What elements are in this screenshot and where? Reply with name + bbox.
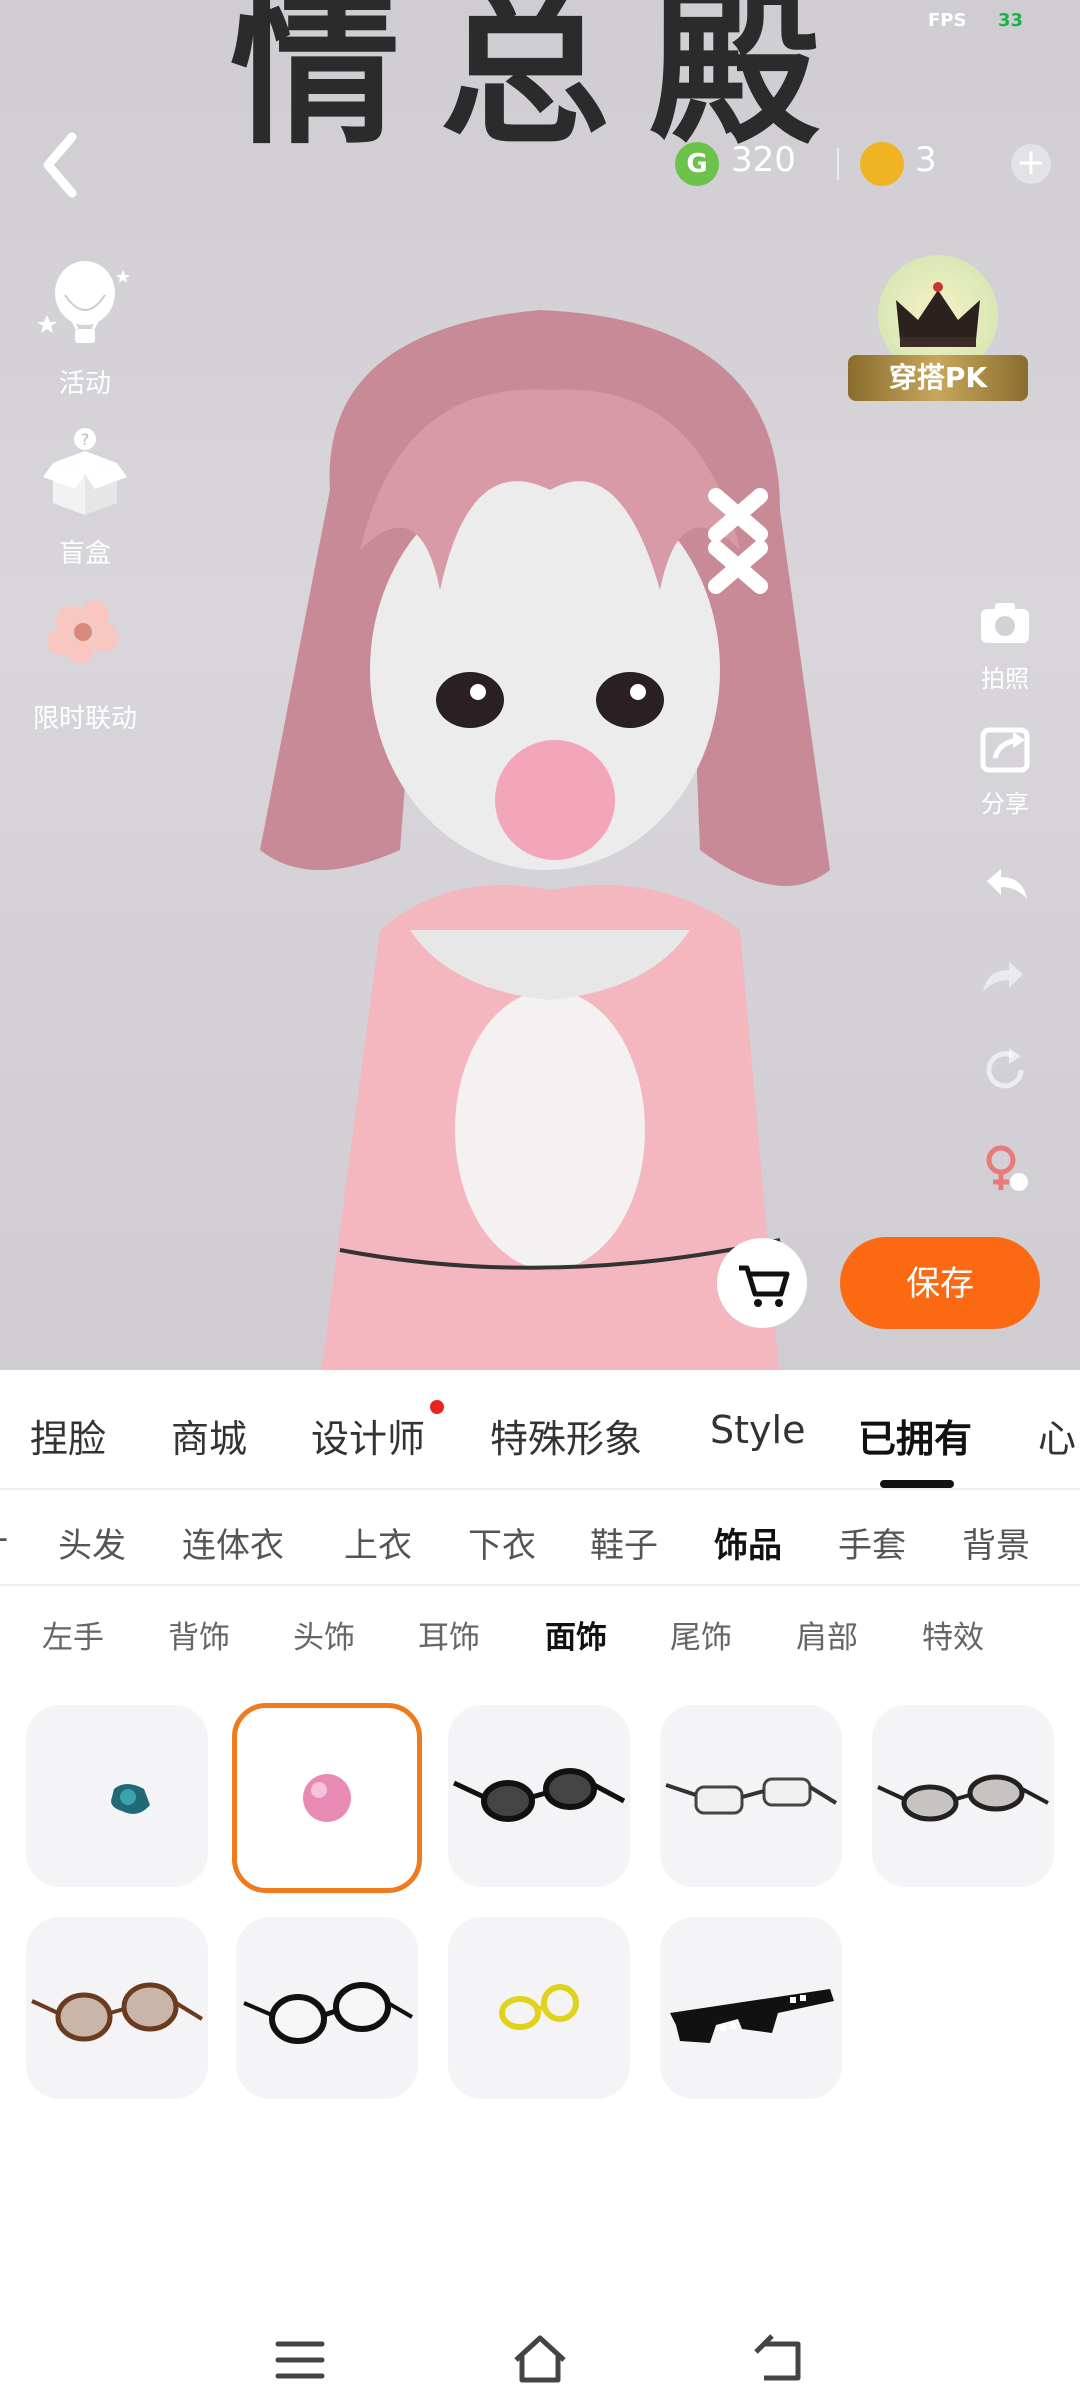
item-teal-pacifier[interactable]	[26, 1705, 208, 1887]
glasses-icon	[499, 1984, 579, 2030]
category-accessories[interactable]: 饰品	[714, 1518, 782, 1567]
gold-coin-value: 3	[915, 140, 937, 180]
glasses-icon	[877, 1774, 1049, 1822]
g-coin-icon: G	[675, 142, 719, 186]
chevron-left-icon	[43, 132, 77, 198]
avatar-scene: 情总殿 FPS 33 G 320 3 + 活动 ? 盲盒 限时联动 穿搭PK 拍…	[0, 0, 1080, 1370]
menu-blind-box-label: 盲盒	[58, 539, 111, 569]
menu-activity[interactable]: 活动	[20, 255, 150, 400]
camera-label: 拍照	[981, 665, 1029, 693]
redo-button[interactable]	[970, 948, 1040, 1012]
hot-air-balloon-icon	[37, 261, 130, 343]
bubble-icon	[303, 1774, 351, 1822]
tab-style[interactable]: Style	[710, 1408, 805, 1452]
gold-coin-icon	[860, 142, 904, 186]
back-nav-icon[interactable]	[750, 2330, 810, 2390]
subcategory-head[interactable]: 头饰	[293, 1612, 355, 1657]
category-shoes[interactable]: 鞋子	[590, 1518, 658, 1567]
share-label: 分享	[981, 790, 1029, 818]
currency-bar: G 320 3 +	[675, 138, 1060, 190]
tab-wishlist[interactable]: 心	[1038, 1408, 1076, 1463]
pixel-sunglasses-icon	[670, 1989, 834, 2043]
home-icon[interactable]	[510, 2330, 570, 2390]
category-top[interactable]: 上衣	[344, 1518, 412, 1567]
item-dark-sunglasses[interactable]	[448, 1705, 630, 1887]
shopping-cart-icon	[739, 1265, 790, 1307]
subcategory-shoulder[interactable]: 肩部	[796, 1612, 858, 1657]
subcategory-ear[interactable]: 耳饰	[418, 1612, 480, 1657]
menu-blind-box[interactable]: ? 盲盒	[20, 425, 150, 570]
menu-limited-collab[interactable]: 限时联动	[20, 590, 150, 735]
reset-button[interactable]	[970, 1042, 1040, 1106]
menu-icon[interactable]	[270, 2330, 330, 2390]
menu-activity-label: 活动	[58, 369, 111, 399]
undo-icon	[987, 869, 1027, 899]
gender-switch-button[interactable]	[970, 1140, 1040, 1204]
share-button[interactable]: 分享	[970, 720, 1040, 819]
tab-owned[interactable]: 已拥有	[858, 1408, 972, 1463]
gender-switch-icon	[986, 1145, 1028, 1191]
wardrobe-panel: 捏脸 商城 设计师 特殊形象 Style 已拥有 心 - 头发 连体衣 上衣 下…	[0, 1370, 1080, 2408]
tabs-divider	[0, 1488, 1080, 1490]
svg-text:?: ?	[81, 430, 90, 449]
save-button[interactable]: 保存	[840, 1237, 1040, 1329]
currency-divider	[837, 148, 839, 180]
menu-limited-collab-label: 限时联动	[32, 704, 137, 734]
item-rimless-glasses[interactable]	[660, 1705, 842, 1887]
fps-value: 33	[998, 10, 1024, 31]
g-coin-value: 320	[731, 140, 796, 180]
camera-button[interactable]: 拍照	[970, 595, 1040, 694]
glasses-icon	[665, 1777, 838, 1815]
flower-icon	[47, 600, 119, 664]
category-gloves[interactable]: 手套	[838, 1518, 906, 1567]
cart-button[interactable]	[717, 1238, 807, 1328]
category-bottom[interactable]: 下衣	[468, 1518, 536, 1567]
subcategory-back[interactable]: 背饰	[168, 1612, 230, 1657]
glasses-icon	[31, 1982, 204, 2042]
category-background[interactable]: 背景	[962, 1518, 1030, 1567]
add-currency-button[interactable]: +	[1011, 144, 1051, 184]
undo-button[interactable]	[970, 855, 1040, 919]
subcategory-face[interactable]: 面饰	[545, 1612, 607, 1657]
share-icon	[980, 727, 1030, 773]
active-tab-indicator	[880, 1480, 954, 1488]
tab-shop[interactable]: 商城	[171, 1408, 247, 1463]
main-tabs: 捏脸 商城 设计师 特殊形象 Style 已拥有 心	[0, 1370, 1080, 1488]
item-brown-round-glasses[interactable]	[26, 1917, 208, 2099]
subcategory-tail[interactable]: 尾饰	[670, 1612, 732, 1657]
category-divider	[0, 1584, 1080, 1586]
tab-designer[interactable]: 设计师	[311, 1408, 425, 1463]
category-hair[interactable]: 头发	[58, 1518, 126, 1567]
reset-icon	[986, 1048, 1024, 1089]
item-pixel-sunglasses[interactable]	[660, 1917, 842, 2099]
subcategory-effects[interactable]: 特效	[922, 1612, 984, 1657]
tab-face[interactable]: 捏脸	[30, 1408, 106, 1463]
tab-special-avatar[interactable]: 特殊形象	[490, 1408, 642, 1463]
notification-dot	[430, 1400, 444, 1414]
category-more[interactable]: -	[0, 1518, 8, 1558]
item-pink-bubble[interactable]	[232, 1703, 422, 1893]
glasses-icon	[243, 1982, 414, 2044]
subcategory-left-hand[interactable]: 左手	[42, 1612, 104, 1657]
redo-icon	[983, 962, 1023, 992]
category-jumpsuit[interactable]: 连体衣	[182, 1518, 284, 1567]
item-yellow-glasses[interactable]	[448, 1917, 630, 2099]
sunglasses-icon	[452, 1768, 626, 1822]
item-grey-tinted-glasses[interactable]	[872, 1705, 1054, 1887]
item-black-round-glasses[interactable]	[236, 1917, 418, 2099]
mystery-box-icon: ?	[43, 428, 127, 515]
back-button[interactable]	[30, 125, 90, 205]
system-nav-bar	[0, 2310, 1080, 2408]
pacifier-icon	[111, 1784, 150, 1814]
camera-icon	[981, 603, 1029, 643]
avatar-character[interactable]	[220, 290, 880, 1370]
fps-label: FPS	[928, 10, 967, 31]
